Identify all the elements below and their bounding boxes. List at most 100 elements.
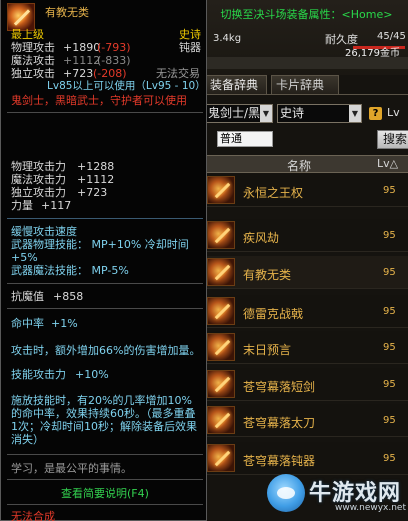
item-name: 永恒之王权 <box>243 186 304 200</box>
item-level: 95 <box>383 267 396 278</box>
stat-value: +117 <box>41 199 72 212</box>
flavor-text: 学习，是最公平的事情。 <box>11 462 132 475</box>
list-item[interactable]: 永恒之王权 95 <box>205 174 408 207</box>
skill-phys-modifier: 武器物理技能： MP+10% 冷却时间+5% <box>11 238 189 264</box>
equipment-dictionary-window: 切换至决斗场装备属性：<Home> 3.4kg 耐久度 45/45 26,179… <box>205 0 408 521</box>
phys-attack-label: 物理攻击 <box>11 41 55 54</box>
grade-label: 最上级 <box>11 28 44 41</box>
item-level: 95 <box>383 379 396 390</box>
item-level: 95 <box>383 453 396 464</box>
indep-attack-value: +723 <box>63 67 94 80</box>
grade-select-value: 史诗 <box>280 106 305 120</box>
ailment-label: 抗魔值 <box>11 290 44 303</box>
stat-label: 魔法攻击力 <box>11 173 66 186</box>
column-level[interactable]: Lv△ <box>377 157 398 170</box>
grade-select[interactable]: 史诗 ▼ <box>277 104 362 123</box>
item-name: 德雷克战戟 <box>243 307 304 321</box>
item-weight: 3.4kg <box>213 33 242 44</box>
name-filter-input[interactable]: 普通 <box>217 131 273 147</box>
item-name: 疾风劫 <box>243 231 280 245</box>
weapon-icon <box>207 297 235 325</box>
list-item[interactable]: 末日预言 95 <box>205 331 408 364</box>
job-select[interactable]: 鬼剑士/黑 ▼ <box>205 104 273 123</box>
tab-equipment-dictionary[interactable]: 装备辞典 <box>205 75 267 94</box>
divider <box>7 504 203 505</box>
list-item[interactable]: 德雷克战戟 95 <box>205 295 408 328</box>
weapon-icon <box>207 406 235 434</box>
site-watermark: 牛游戏网 www.newyx.net <box>265 470 408 521</box>
item-tooltip: 有教无类 最上级 史诗 物理攻击 +1890 (-793) 钝器 魔法攻击 +1… <box>0 0 207 521</box>
skill-attack-value: +10% <box>75 368 109 381</box>
weapon-icon <box>207 444 235 472</box>
item-name: 苍穹幕落太刀 <box>243 416 316 430</box>
job-select-value: 鬼剑士/黑 <box>208 106 261 120</box>
rarity-label: 史诗 <box>179 28 201 41</box>
magic-attack-diff: (-833) <box>97 54 131 67</box>
divider <box>7 454 203 455</box>
divider <box>7 283 203 284</box>
stat-value: +1288 <box>77 160 115 173</box>
phys-attack-value: +1890 <box>63 41 101 54</box>
list-item[interactable]: 苍穹幕落太刀 95 <box>205 404 408 437</box>
class-requirement: 鬼剑士，黑暗武士，守护者可以使用 <box>11 94 187 107</box>
list-item[interactable]: 疾风劫 95 <box>205 219 408 252</box>
watermark-url: www.newyx.net <box>335 503 407 513</box>
level-requirement: Lv85以上可以使用（Lv95 - 10） <box>47 80 206 92</box>
divider <box>7 308 203 309</box>
list-item[interactable]: 苍穹幕落短剑 95 <box>205 368 408 401</box>
chevron-down-icon[interactable]: ▼ <box>349 105 361 122</box>
weapon-type: 钝器 <box>179 41 201 54</box>
phys-attack-diff: (-793) <box>97 41 131 54</box>
divider <box>7 218 203 219</box>
weapon-icon <box>207 176 235 204</box>
stat-label: 独立攻击力 <box>11 186 66 199</box>
watermark-logo-icon <box>267 474 305 512</box>
weapon-icon <box>207 370 235 398</box>
stat-value: +723 <box>77 186 108 199</box>
item-name: 苍穹幕落短剑 <box>243 380 316 394</box>
tab-card-dictionary[interactable]: 卡片辞典 <box>271 75 339 94</box>
chevron-down-icon[interactable]: ▼ <box>260 105 272 122</box>
magic-attack-label: 魔法攻击 <box>11 54 55 67</box>
attack-speed: 缓慢攻击速度 <box>11 225 77 238</box>
dictionary-titlebar <box>205 57 408 69</box>
magic-attack-value: +1112 <box>63 54 101 67</box>
item-name: 末日预言 <box>243 343 292 357</box>
item-name: 苍穹幕落钝器 <box>243 454 316 468</box>
trade-status: 无法交易 <box>156 67 200 80</box>
table-header: 名称 Lv△ <box>205 155 408 173</box>
list-item[interactable]: 有教无类 95 <box>205 256 408 289</box>
durability-value: 45/45 <box>377 31 406 42</box>
skill-attack-label: 技能攻击力 <box>11 368 66 381</box>
hit-rate-value: +1% <box>51 317 78 330</box>
synthesis-status: 无法合成 <box>11 510 55 521</box>
ailment-value: +858 <box>53 290 84 303</box>
item-level: 95 <box>383 342 396 353</box>
switch-arena-stats-hint[interactable]: 切换至决斗场装备属性：<Home> <box>205 6 408 22</box>
weapon-icon <box>7 3 35 31</box>
weapon-icon <box>207 221 235 249</box>
level-filter-label: Lv <box>387 106 400 119</box>
tab-divider <box>205 94 408 95</box>
stat-label: 物理攻击力 <box>11 160 66 173</box>
item-name: 有教无类 <box>45 6 89 19</box>
hit-rate-label: 命中率 <box>11 317 44 330</box>
divider <box>7 112 203 113</box>
item-level: 95 <box>383 185 396 196</box>
dictionary-header: 切换至决斗场装备属性：<Home> 3.4kg 耐久度 45/45 26,179… <box>205 0 408 75</box>
search-button[interactable]: 搜索 <box>377 130 408 149</box>
view-description-link[interactable]: 查看简要说明(F4) <box>61 487 149 500</box>
stat-label: 力量 <box>11 199 33 212</box>
effect-hit-proc: 施放技能时，有20%的几率增加10%的命中率，效果持续60秒。（最多重叠1次；冷… <box>11 394 197 446</box>
item-name: 有教无类 <box>243 268 292 282</box>
indep-attack-diff: (-208) <box>93 67 127 80</box>
item-level: 95 <box>383 306 396 317</box>
help-icon[interactable]: ? <box>369 107 382 120</box>
item-level: 95 <box>383 415 396 426</box>
stat-value: +1112 <box>77 173 115 186</box>
indep-attack-label: 独立攻击 <box>11 67 55 80</box>
skill-magic-modifier: 武器魔法技能： MP-5% <box>11 264 129 277</box>
divider <box>7 479 203 480</box>
weapon-icon <box>207 333 235 361</box>
column-name[interactable]: 名称 <box>287 157 311 174</box>
